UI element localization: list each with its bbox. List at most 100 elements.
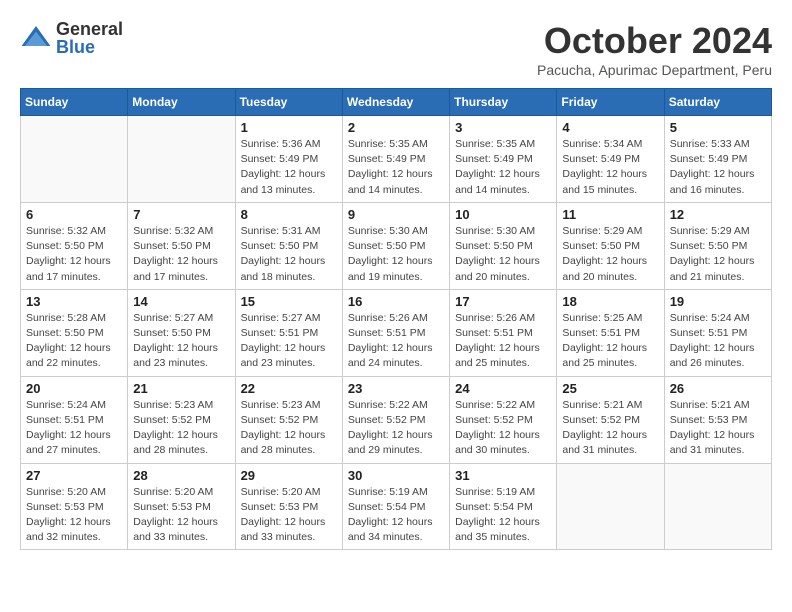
day-header-friday: Friday bbox=[557, 89, 664, 116]
week-row-5: 27Sunrise: 5:20 AM Sunset: 5:53 PM Dayli… bbox=[21, 463, 772, 550]
day-info: Sunrise: 5:20 AM Sunset: 5:53 PM Dayligh… bbox=[133, 485, 229, 546]
day-number: 19 bbox=[670, 294, 766, 309]
calendar-cell: 12 Sunrise: 5:29 AM Sunset: 5:50 PM Dayli… bbox=[664, 202, 771, 289]
calendar-cell: 20 Sunrise: 5:24 AM Sunset: 5:51 PM Dayli… bbox=[21, 376, 128, 463]
calendar-cell: 23 Sunrise: 5:22 AM Sunset: 5:52 PM Dayli… bbox=[342, 376, 449, 463]
day-info: Sunrise: 5:23 AM Sunset: 5:52 PM Dayligh… bbox=[133, 398, 229, 459]
day-number: 9 bbox=[348, 207, 444, 222]
day-info: Sunrise: 5:34 AM Sunset: 5:49 PM Dayligh… bbox=[562, 137, 658, 198]
day-header-thursday: Thursday bbox=[450, 89, 557, 116]
day-number: 2 bbox=[348, 120, 444, 135]
day-number: 20 bbox=[26, 381, 122, 396]
day-info: Sunrise: 5:35 AM Sunset: 5:49 PM Dayligh… bbox=[455, 137, 551, 198]
day-info: Sunrise: 5:22 AM Sunset: 5:52 PM Dayligh… bbox=[455, 398, 551, 459]
calendar-cell bbox=[664, 463, 771, 550]
day-number: 6 bbox=[26, 207, 122, 222]
day-header-sunday: Sunday bbox=[21, 89, 128, 116]
logo: General Blue bbox=[20, 20, 123, 56]
calendar-cell: 2 Sunrise: 5:35 AM Sunset: 5:49 PM Daylig… bbox=[342, 116, 449, 203]
day-info: Sunrise: 5:23 AM Sunset: 5:52 PM Dayligh… bbox=[241, 398, 337, 459]
day-header-wednesday: Wednesday bbox=[342, 89, 449, 116]
calendar-cell: 1Sunrise: 5:36 AM Sunset: 5:49 PM Daylig… bbox=[235, 116, 342, 203]
calendar-cell: 15 Sunrise: 5:27 AM Sunset: 5:51 PM Dayli… bbox=[235, 289, 342, 376]
calendar-cell bbox=[128, 116, 235, 203]
day-number: 12 bbox=[670, 207, 766, 222]
calendar-cell: 6 Sunrise: 5:32 AM Sunset: 5:50 PM Daylig… bbox=[21, 202, 128, 289]
logo-text: General Blue bbox=[56, 20, 123, 56]
day-number: 3 bbox=[455, 120, 551, 135]
calendar-header-row: SundayMondayTuesdayWednesdayThursdayFrid… bbox=[21, 89, 772, 116]
day-info: Sunrise: 5:24 AM Sunset: 5:51 PM Dayligh… bbox=[26, 398, 122, 459]
week-row-3: 13Sunrise: 5:28 AM Sunset: 5:50 PM Dayli… bbox=[21, 289, 772, 376]
calendar-cell: 4 Sunrise: 5:34 AM Sunset: 5:49 PM Daylig… bbox=[557, 116, 664, 203]
day-info: Sunrise: 5:27 AM Sunset: 5:51 PM Dayligh… bbox=[241, 311, 337, 372]
day-number: 17 bbox=[455, 294, 551, 309]
day-info: Sunrise: 5:32 AM Sunset: 5:50 PM Dayligh… bbox=[26, 224, 122, 285]
day-info: Sunrise: 5:20 AM Sunset: 5:53 PM Dayligh… bbox=[26, 485, 122, 546]
month-title: October 2024 bbox=[537, 20, 772, 62]
logo-general: General bbox=[56, 20, 123, 38]
calendar-cell: 9Sunrise: 5:30 AM Sunset: 5:50 PM Daylig… bbox=[342, 202, 449, 289]
day-number: 16 bbox=[348, 294, 444, 309]
day-info: Sunrise: 5:26 AM Sunset: 5:51 PM Dayligh… bbox=[455, 311, 551, 372]
calendar-cell: 11 Sunrise: 5:29 AM Sunset: 5:50 PM Dayli… bbox=[557, 202, 664, 289]
day-number: 18 bbox=[562, 294, 658, 309]
day-info: Sunrise: 5:30 AM Sunset: 5:50 PM Dayligh… bbox=[455, 224, 551, 285]
day-number: 4 bbox=[562, 120, 658, 135]
logo-icon bbox=[20, 22, 52, 54]
calendar-cell: 21 Sunrise: 5:23 AM Sunset: 5:52 PM Dayli… bbox=[128, 376, 235, 463]
day-number: 1 bbox=[241, 120, 337, 135]
day-number: 22 bbox=[241, 381, 337, 396]
location-subtitle: Pacucha, Apurimac Department, Peru bbox=[537, 62, 772, 78]
day-number: 11 bbox=[562, 207, 658, 222]
calendar-cell: 24Sunrise: 5:22 AM Sunset: 5:52 PM Dayli… bbox=[450, 376, 557, 463]
calendar-cell bbox=[21, 116, 128, 203]
calendar-cell bbox=[557, 463, 664, 550]
day-info: Sunrise: 5:25 AM Sunset: 5:51 PM Dayligh… bbox=[562, 311, 658, 372]
calendar-cell: 3 Sunrise: 5:35 AM Sunset: 5:49 PM Daylig… bbox=[450, 116, 557, 203]
day-info: Sunrise: 5:29 AM Sunset: 5:50 PM Dayligh… bbox=[670, 224, 766, 285]
day-info: Sunrise: 5:28 AM Sunset: 5:50 PM Dayligh… bbox=[26, 311, 122, 372]
day-info: Sunrise: 5:33 AM Sunset: 5:49 PM Dayligh… bbox=[670, 137, 766, 198]
logo-blue: Blue bbox=[56, 38, 123, 56]
day-number: 23 bbox=[348, 381, 444, 396]
day-info: Sunrise: 5:21 AM Sunset: 5:53 PM Dayligh… bbox=[670, 398, 766, 459]
day-info: Sunrise: 5:22 AM Sunset: 5:52 PM Dayligh… bbox=[348, 398, 444, 459]
day-number: 5 bbox=[670, 120, 766, 135]
calendar-cell: 25Sunrise: 5:21 AM Sunset: 5:52 PM Dayli… bbox=[557, 376, 664, 463]
day-info: Sunrise: 5:31 AM Sunset: 5:50 PM Dayligh… bbox=[241, 224, 337, 285]
day-info: Sunrise: 5:19 AM Sunset: 5:54 PM Dayligh… bbox=[455, 485, 551, 546]
day-number: 7 bbox=[133, 207, 229, 222]
day-number: 29 bbox=[241, 468, 337, 483]
day-header-monday: Monday bbox=[128, 89, 235, 116]
calendar-cell: 28 Sunrise: 5:20 AM Sunset: 5:53 PM Dayli… bbox=[128, 463, 235, 550]
calendar-cell: 29 Sunrise: 5:20 AM Sunset: 5:53 PM Dayli… bbox=[235, 463, 342, 550]
calendar-cell: 27Sunrise: 5:20 AM Sunset: 5:53 PM Dayli… bbox=[21, 463, 128, 550]
day-number: 31 bbox=[455, 468, 551, 483]
day-number: 10 bbox=[455, 207, 551, 222]
calendar-cell: 13Sunrise: 5:28 AM Sunset: 5:50 PM Dayli… bbox=[21, 289, 128, 376]
day-info: Sunrise: 5:26 AM Sunset: 5:51 PM Dayligh… bbox=[348, 311, 444, 372]
day-number: 30 bbox=[348, 468, 444, 483]
day-info: Sunrise: 5:32 AM Sunset: 5:50 PM Dayligh… bbox=[133, 224, 229, 285]
day-info: Sunrise: 5:35 AM Sunset: 5:49 PM Dayligh… bbox=[348, 137, 444, 198]
day-number: 15 bbox=[241, 294, 337, 309]
calendar-cell: 10 Sunrise: 5:30 AM Sunset: 5:50 PM Dayli… bbox=[450, 202, 557, 289]
calendar-cell: 19Sunrise: 5:24 AM Sunset: 5:51 PM Dayli… bbox=[664, 289, 771, 376]
calendar-cell: 16 Sunrise: 5:26 AM Sunset: 5:51 PM Dayli… bbox=[342, 289, 449, 376]
day-info: Sunrise: 5:27 AM Sunset: 5:50 PM Dayligh… bbox=[133, 311, 229, 372]
day-info: Sunrise: 5:20 AM Sunset: 5:53 PM Dayligh… bbox=[241, 485, 337, 546]
calendar-cell: 8Sunrise: 5:31 AM Sunset: 5:50 PM Daylig… bbox=[235, 202, 342, 289]
day-header-tuesday: Tuesday bbox=[235, 89, 342, 116]
calendar-cell: 5 Sunrise: 5:33 AM Sunset: 5:49 PM Daylig… bbox=[664, 116, 771, 203]
calendar-cell: 30 Sunrise: 5:19 AM Sunset: 5:54 PM Dayli… bbox=[342, 463, 449, 550]
day-number: 21 bbox=[133, 381, 229, 396]
week-row-2: 6 Sunrise: 5:32 AM Sunset: 5:50 PM Daylig… bbox=[21, 202, 772, 289]
day-number: 28 bbox=[133, 468, 229, 483]
day-info: Sunrise: 5:19 AM Sunset: 5:54 PM Dayligh… bbox=[348, 485, 444, 546]
title-area: October 2024 Pacucha, Apurimac Departmen… bbox=[537, 20, 772, 78]
day-info: Sunrise: 5:29 AM Sunset: 5:50 PM Dayligh… bbox=[562, 224, 658, 285]
calendar-cell: 18 Sunrise: 5:25 AM Sunset: 5:51 PM Dayli… bbox=[557, 289, 664, 376]
calendar-cell: 7 Sunrise: 5:32 AM Sunset: 5:50 PM Daylig… bbox=[128, 202, 235, 289]
week-row-1: 1Sunrise: 5:36 AM Sunset: 5:49 PM Daylig… bbox=[21, 116, 772, 203]
